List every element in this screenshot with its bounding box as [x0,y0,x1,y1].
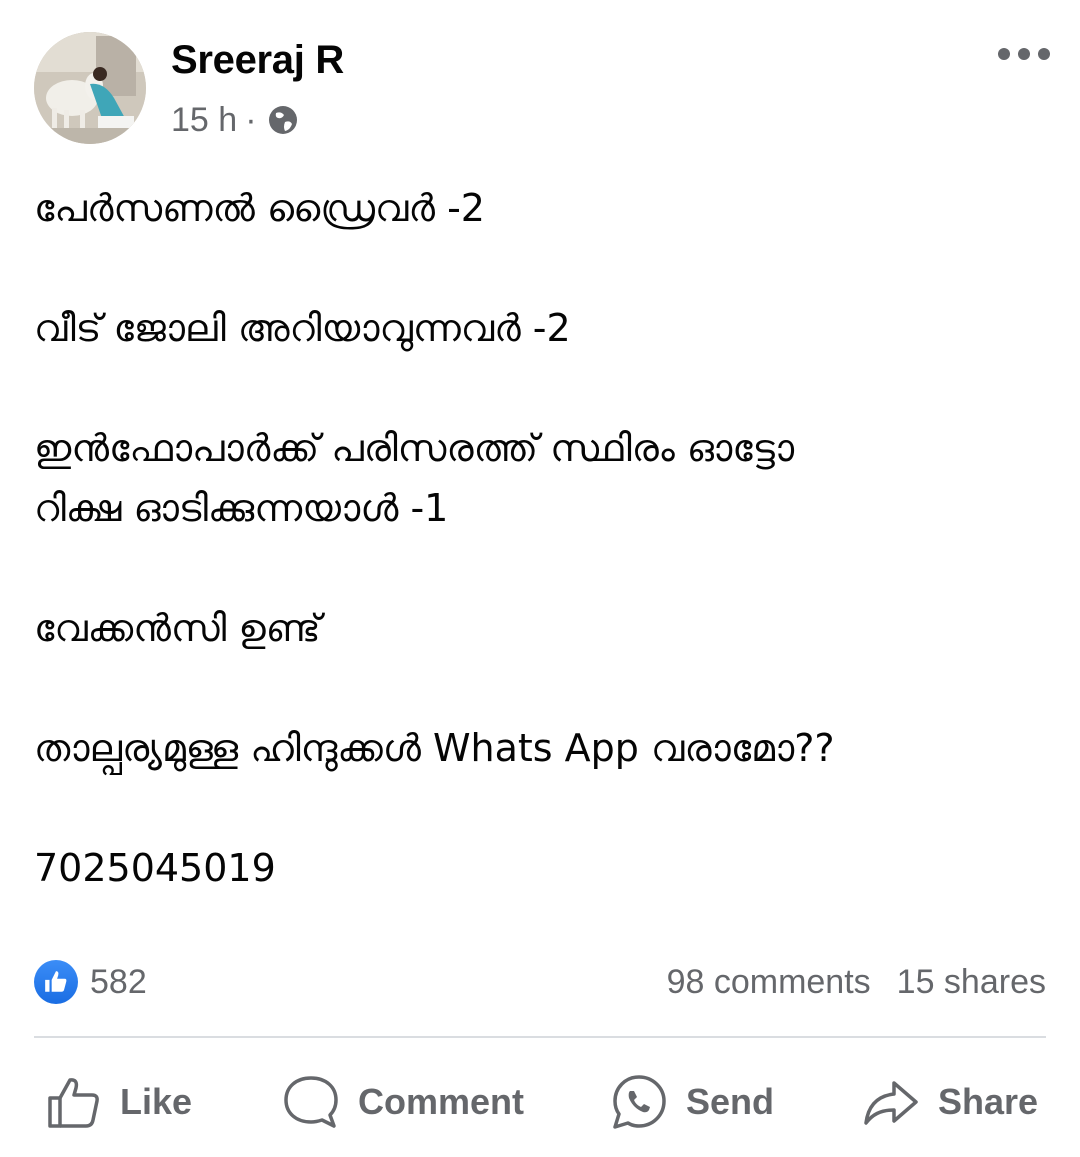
post-stats: 582 98 comments 15 shares [34,956,1046,1008]
author-name[interactable]: Sreeraj R [171,38,344,83]
thumbs-up-icon [48,1078,99,1128]
avatar[interactable] [34,32,146,144]
comment-label: Comment [358,1081,525,1122]
share-label: Share [938,1081,1039,1122]
send-button[interactable]: Send [610,1060,774,1144]
comment-count[interactable]: 98 comments [667,963,871,1002]
post-timestamp[interactable]: 15 h [171,101,237,140]
share-count[interactable]: 15 shares [897,963,1046,1002]
globe-icon [268,106,297,134]
meta-separator: · [245,100,257,139]
share-arrow-icon [864,1081,918,1125]
share-button[interactable]: Share [862,1060,1038,1144]
post-line: വേക്കൻസി ഉണ്ട് [34,606,321,650]
post-line: വീട് ജോലി അറിയാവുന്നവർ -2 [34,306,571,350]
post-line: താല്പര്യമുള്ള ഹിന്ദുക്കൾ Whats App വരാമോ… [34,726,835,770]
post-line: ഇൻഫോപാർക്ക് പരിസരത്ത് സ്ഥിരം ഓട്ടോ [34,426,795,470]
phone-number: 7025045019 [34,846,276,890]
post-header: Sreeraj R 15 h · [0,0,1080,160]
action-bar: Like Comment Send Share [0,1060,1080,1144]
divider [34,1036,1046,1038]
like-reaction-icon[interactable] [34,960,78,1004]
post-text: പേർസണൽ ഡ്രൈവർ -2 വീട് ജോലി അറിയാവുന്നവർ … [34,178,1044,898]
comment-bubble-icon [284,1076,338,1128]
post-line: റിക്ഷ ഓടിക്കുന്നയാൾ -1 [34,486,449,530]
send-label: Send [686,1081,775,1122]
whatsapp-icon [613,1075,666,1129]
reaction-count[interactable]: 582 [90,963,147,1002]
more-options-icon[interactable] [998,42,1050,66]
like-button[interactable]: Like [46,1060,192,1144]
post-meta: 15 h · [171,98,299,142]
like-label: Like [120,1081,193,1122]
post-line: പേർസണൽ ഡ്രൈവർ -2 [34,186,485,230]
comment-button[interactable]: Comment [282,1060,524,1144]
